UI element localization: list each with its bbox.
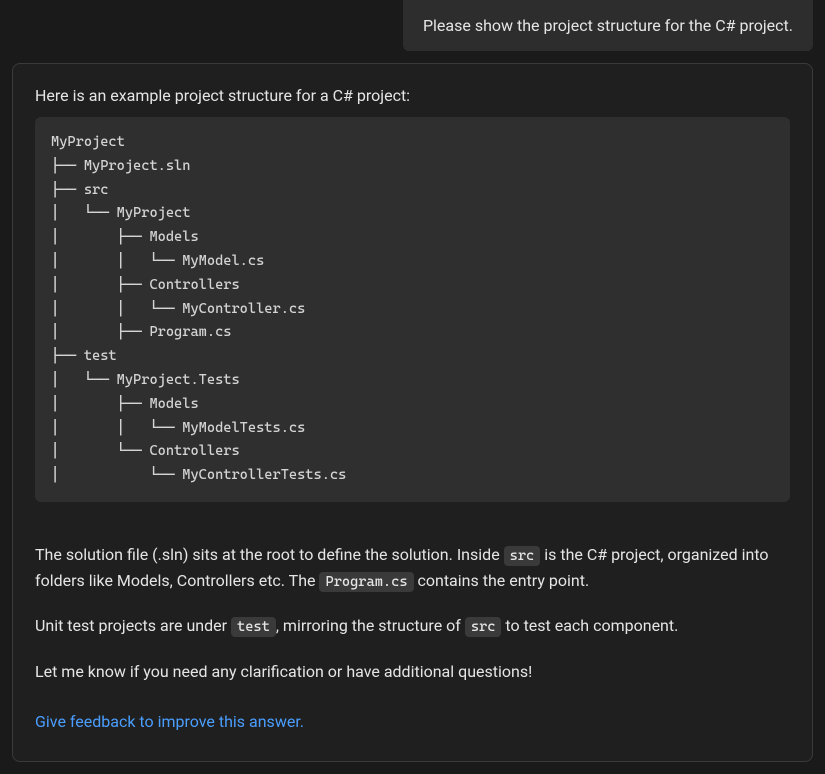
- assistant-message-content: Here is an example project structure for…: [12, 63, 813, 762]
- para2-text-3: to test each component.: [501, 616, 678, 635]
- explanation-paragraph-1: The solution file (.sln) sits at the roo…: [35, 542, 790, 593]
- project-structure-code-block: MyProject ├── MyProject.sln ├── src │ └─…: [35, 117, 790, 502]
- user-message-bubble: Please show the project structure for th…: [403, 0, 813, 51]
- explanation-paragraph-2: Unit test projects are under test, mirro…: [35, 613, 790, 639]
- user-message-text: Please show the project structure for th…: [423, 16, 793, 35]
- para2-text-1: Unit test projects are under: [35, 616, 231, 635]
- inline-code-src-2: src: [465, 617, 502, 637]
- assistant-message-container: Here is an example project structure for…: [0, 51, 825, 774]
- para1-text-1: The solution file (.sln) sits at the roo…: [35, 545, 504, 564]
- feedback-link[interactable]: Give feedback to improve this answer.: [35, 712, 304, 731]
- assistant-intro-text: Here is an example project structure for…: [35, 86, 790, 105]
- inline-code-src: src: [504, 546, 541, 566]
- para2-text-2: , mirroring the structure of: [276, 616, 465, 635]
- inline-code-program-cs: Program.cs: [319, 572, 413, 592]
- para1-text-3: contains the entry point.: [414, 571, 590, 590]
- inline-code-test: test: [231, 617, 276, 637]
- closing-text: Let me know if you need any clarificatio…: [35, 659, 790, 685]
- user-message-container: Please show the project structure for th…: [0, 0, 825, 51]
